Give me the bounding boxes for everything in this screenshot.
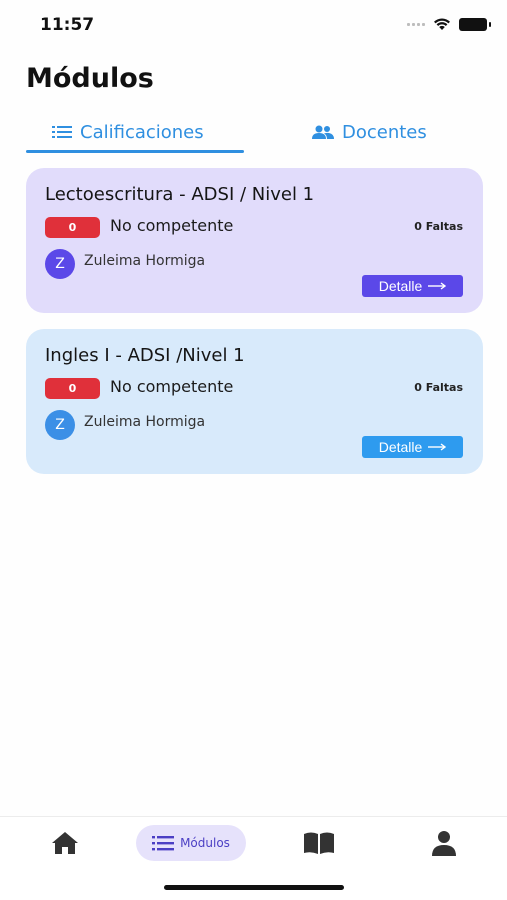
book-icon <box>304 832 334 854</box>
battery-icon <box>459 17 491 31</box>
nav-home[interactable] <box>46 825 84 861</box>
nav-modulos[interactable]: Módulos <box>136 825 246 861</box>
absences-count: 0 Faltas <box>414 381 463 394</box>
module-title: Lectoescritura - ADSI / Nivel 1 <box>45 184 315 205</box>
status-time: 11:57 <box>40 15 95 35</box>
detail-label: Detalle <box>378 439 423 455</box>
list-icon <box>52 126 72 138</box>
tab-calificaciones[interactable]: Calificaciones <box>52 112 204 152</box>
module-title: Ingles I - ADSI /Nivel 1 <box>45 345 245 366</box>
teacher-name: Zuleima Hormiga <box>84 253 206 269</box>
grade-badge: 0 <box>45 217 100 238</box>
arrow-right-icon <box>428 443 447 451</box>
home-indicator <box>164 885 344 890</box>
wifi-icon <box>434 18 450 30</box>
status-bar: 11:57 <box>0 0 507 52</box>
nav-label: Módulos <box>180 836 230 850</box>
status-icons <box>407 17 491 31</box>
teacher-name: Zuleima Hormiga <box>84 414 206 430</box>
grade-badge: 0 <box>45 378 100 399</box>
detail-label: Detalle <box>378 278 423 294</box>
user-icon <box>432 831 456 856</box>
list-icon <box>152 836 175 851</box>
detail-button[interactable]: Detalle <box>362 436 463 458</box>
tab-docentes[interactable]: Docentes <box>312 112 427 152</box>
avatar: Z <box>45 249 75 279</box>
absences-count: 0 Faltas <box>414 220 463 233</box>
tab-label: Calificaciones <box>80 121 204 143</box>
active-tab-indicator <box>26 150 244 153</box>
grade-status: No competente <box>110 377 234 396</box>
module-card[interactable]: Ingles I - ADSI /Nivel 1 0 No competente… <box>26 329 483 474</box>
tab-bar: Calificaciones Docentes <box>26 112 476 154</box>
nav-profile[interactable] <box>425 825 463 861</box>
module-card[interactable]: Lectoescritura - ADSI / Nivel 1 0 No com… <box>26 168 483 313</box>
users-icon <box>312 125 334 139</box>
avatar: Z <box>45 410 75 440</box>
tab-label: Docentes <box>342 121 427 143</box>
signal-icon <box>407 22 425 26</box>
home-icon <box>52 832 78 854</box>
detail-button[interactable]: Detalle <box>362 275 463 297</box>
grade-status: No competente <box>110 216 234 235</box>
nav-book[interactable] <box>300 825 338 861</box>
page-title: Módulos <box>26 63 154 94</box>
arrow-right-icon <box>428 282 447 290</box>
